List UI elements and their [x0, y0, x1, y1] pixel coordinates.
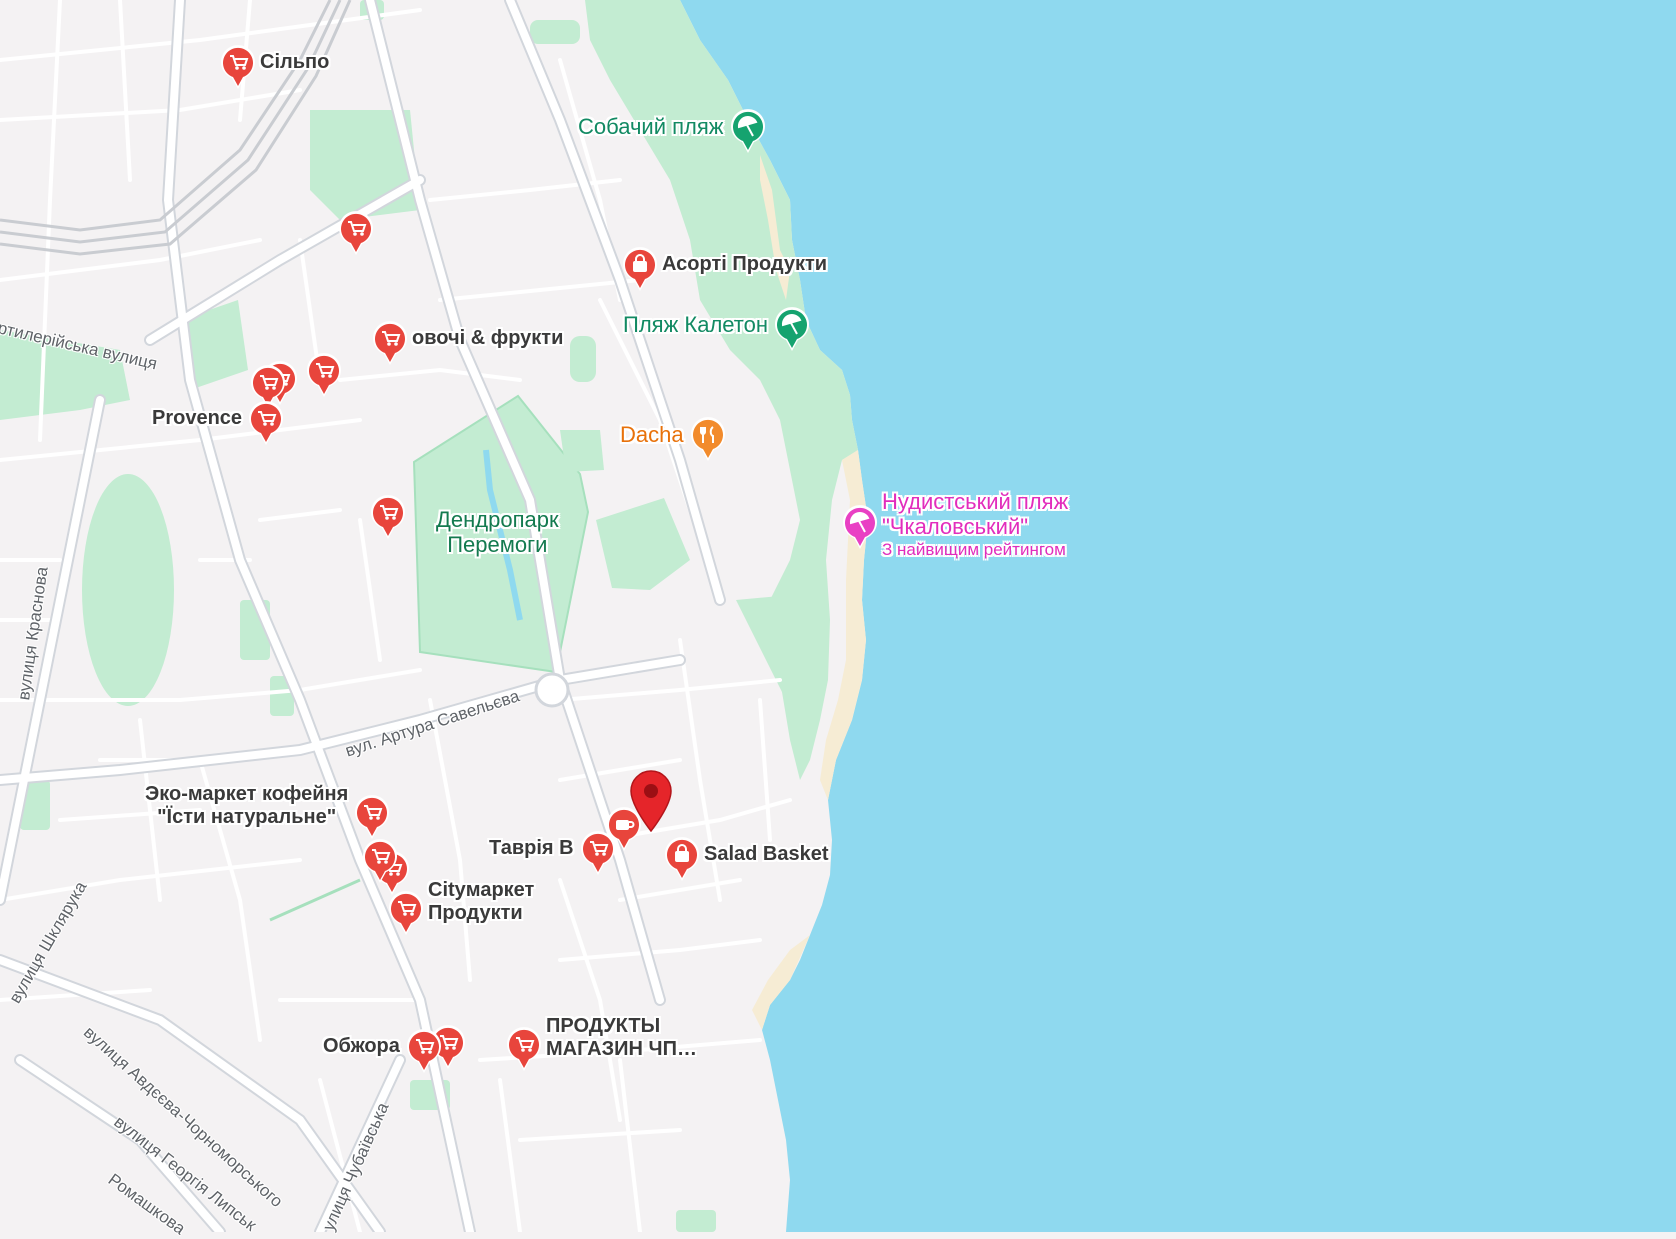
poi-label: Обжора — [323, 1035, 400, 1058]
cart-icon[interactable] — [371, 320, 409, 366]
poi-label: Собачий пляж — [578, 114, 724, 139]
poi-label: Нудистський пляж "Чкаловський" З найвищим … — [882, 489, 1068, 559]
poi-label-line: "Їсти натуральне" — [157, 806, 337, 828]
cart-icon[interactable] — [369, 494, 407, 540]
cart-icon[interactable] — [505, 1026, 543, 1072]
poi-label-line: Пляж Калетон — [623, 311, 768, 337]
shopping-bag-icon[interactable] — [621, 246, 659, 292]
park — [530, 20, 580, 44]
poi-label: Dacha — [620, 422, 684, 447]
stadium — [82, 474, 174, 706]
poi-label: Provence — [152, 407, 242, 430]
shopping-bag-icon[interactable] — [663, 836, 701, 882]
cart-icon[interactable] — [247, 400, 285, 446]
beach-umbrella-icon[interactable] — [729, 108, 767, 154]
poi-label-line: Cityмаркет — [428, 879, 535, 901]
poi-label: овочі & фрукти — [412, 327, 563, 350]
cart-icon[interactable] — [387, 890, 425, 936]
poi-label-line: Сільпо — [260, 50, 330, 73]
beach-umbrella-icon[interactable] — [841, 504, 879, 550]
fork-knife-icon[interactable] — [689, 416, 727, 462]
cart-icon[interactable] — [361, 838, 399, 884]
poi-label-line: овочі & фрукти — [412, 326, 564, 349]
poi-label-line: З найвищим рейтингом — [882, 539, 1066, 559]
poi-label-line: Таврія В — [489, 836, 574, 859]
beach-umbrella-icon[interactable] — [773, 306, 811, 352]
poi-label-line: Provence — [152, 406, 243, 429]
cart-icon[interactable] — [219, 44, 257, 90]
cart-icon[interactable] — [405, 1028, 443, 1074]
dendropark-label: Дендропарк Перемоги — [436, 507, 559, 558]
poi-label: Salad Basket — [704, 843, 829, 866]
poi-label: Асорті Продукти — [662, 253, 827, 276]
cart-icon[interactable] — [579, 830, 617, 876]
poi-label-line: МАГАЗИН ЧП… — [546, 1038, 697, 1060]
selected-location-pin[interactable] — [628, 770, 674, 832]
map-canvas[interactable] — [0, 0, 1676, 1232]
park — [676, 1210, 716, 1232]
poi-label-line: Эко-маркет кофейня — [145, 783, 349, 805]
cart-icon[interactable] — [337, 210, 375, 256]
poi-label: Эко-маркет кофейня "Їсти натуральне" — [145, 783, 348, 829]
poi-label-line: Salad Basket — [704, 842, 829, 865]
poi-label-line: Асорті Продукти — [662, 252, 828, 275]
poi-label: Сільпо — [260, 51, 329, 74]
poi-label-line: Продукти — [428, 902, 523, 924]
poi-label-line: ПРОДУКТЫ — [546, 1015, 661, 1037]
poi-label-line: Обжора — [323, 1034, 400, 1057]
poi-label: ПРОДУКТЫ МАГАЗИН ЧП… — [546, 1015, 697, 1061]
park — [560, 430, 604, 472]
cart-icon[interactable] — [305, 352, 343, 398]
poi-label-line: Нудистський пляж — [882, 489, 1069, 514]
poi-label-line: Собачий пляж — [578, 113, 724, 139]
park — [570, 336, 596, 382]
poi-label-line: Dacha — [620, 421, 684, 447]
poi-label: Пляж Калетон — [623, 312, 768, 337]
cart-icon[interactable] — [353, 794, 391, 840]
poi-label: Таврія В — [489, 837, 574, 860]
poi-label-line: "Чкаловський" — [882, 514, 1029, 540]
poi-label: Cityмаркет Продукти — [428, 879, 534, 925]
